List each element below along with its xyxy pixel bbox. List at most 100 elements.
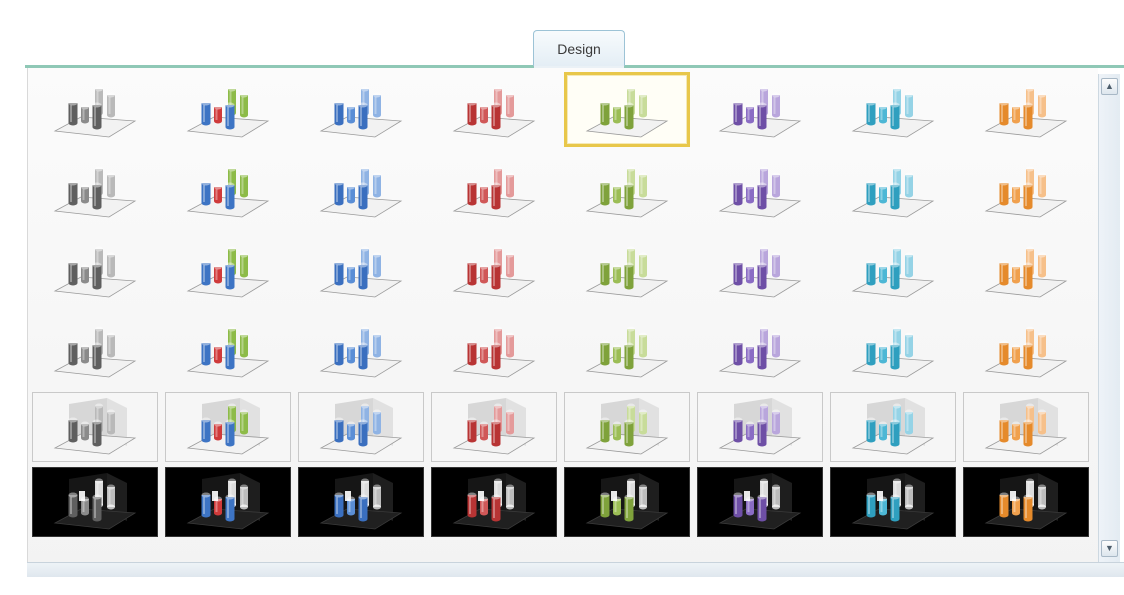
chart-style-26[interactable] xyxy=(165,312,291,387)
chart-style-18[interactable] xyxy=(165,232,291,307)
chart-style-thumbnail-icon xyxy=(585,473,669,530)
chart-style-22[interactable] xyxy=(697,232,823,307)
chart-style-gallery xyxy=(27,68,1098,571)
chart-style-thumbnail-icon xyxy=(984,166,1068,217)
chart-style-thumbnail-icon xyxy=(319,398,403,455)
chart-style-9[interactable] xyxy=(32,152,158,227)
chart-style-46[interactable] xyxy=(697,467,823,537)
tab-design[interactable]: Design xyxy=(533,30,625,66)
chart-style-thumbnail-icon xyxy=(319,166,403,217)
arrow-up-icon[interactable]: ▲ xyxy=(1101,78,1118,95)
chart-style-thumbnail-icon xyxy=(319,246,403,297)
chart-style-37[interactable] xyxy=(564,392,690,462)
chart-style-thumbnail-icon xyxy=(984,86,1068,137)
chart-style-45[interactable] xyxy=(564,467,690,537)
chart-style-12[interactable] xyxy=(431,152,557,227)
chart-style-41[interactable] xyxy=(32,467,158,537)
chart-style-28[interactable] xyxy=(431,312,557,387)
chart-style-19[interactable] xyxy=(298,232,424,307)
chart-style-thumbnail-icon xyxy=(718,473,802,530)
chart-style-10[interactable] xyxy=(165,152,291,227)
chart-style-43[interactable] xyxy=(298,467,424,537)
chart-style-3[interactable] xyxy=(298,72,424,147)
chart-style-thumbnail-icon xyxy=(452,86,536,137)
chart-style-31[interactable] xyxy=(830,312,956,387)
arrow-down-icon[interactable]: ▼ xyxy=(1101,540,1118,557)
chart-style-24[interactable] xyxy=(963,232,1089,307)
chart-style-17[interactable] xyxy=(32,232,158,307)
tab-design-label: Design xyxy=(557,40,601,57)
chart-style-thumbnail-icon xyxy=(186,166,270,217)
chart-style-thumbnail-icon xyxy=(718,398,802,455)
chart-style-thumbnail-icon xyxy=(452,398,536,455)
chart-style-32[interactable] xyxy=(963,312,1089,387)
chart-style-8[interactable] xyxy=(963,72,1089,147)
chart-style-thumbnail-icon xyxy=(452,166,536,217)
chart-style-thumbnail-icon xyxy=(718,86,802,137)
chart-style-thumbnail-icon xyxy=(585,166,669,217)
chart-style-thumbnail-icon xyxy=(851,473,935,530)
chart-style-35[interactable] xyxy=(298,392,424,462)
chart-style-thumbnail-icon xyxy=(53,398,137,455)
chart-style-thumbnail-icon xyxy=(186,473,270,530)
chart-style-11[interactable] xyxy=(298,152,424,227)
chart-style-thumbnail-icon xyxy=(718,326,802,377)
chart-style-23[interactable] xyxy=(830,232,956,307)
chart-style-15[interactable] xyxy=(830,152,956,227)
chart-style-thumbnail-icon xyxy=(585,86,669,137)
chart-style-thumbnail-icon xyxy=(851,86,935,137)
chart-style-thumbnail-icon xyxy=(718,246,802,297)
chart-style-13[interactable] xyxy=(564,152,690,227)
chart-style-thumbnail-icon xyxy=(186,86,270,137)
chart-style-thumbnail-icon xyxy=(53,326,137,377)
chart-style-thumbnail-icon xyxy=(851,166,935,217)
chart-style-thumbnail-icon xyxy=(984,398,1068,455)
chart-style-44[interactable] xyxy=(431,467,557,537)
chart-style-40[interactable] xyxy=(963,392,1089,462)
gallery-bottom-strip xyxy=(27,562,1124,577)
chart-style-39[interactable] xyxy=(830,392,956,462)
chart-style-16[interactable] xyxy=(963,152,1089,227)
chart-style-thumbnail-icon xyxy=(186,398,270,455)
chart-style-4[interactable] xyxy=(431,72,557,147)
chart-style-34[interactable] xyxy=(165,392,291,462)
chart-style-38[interactable] xyxy=(697,392,823,462)
chart-style-7[interactable] xyxy=(830,72,956,147)
chart-style-20[interactable] xyxy=(431,232,557,307)
gallery-scrollbar[interactable]: ▲ ▼ xyxy=(1098,74,1120,562)
chart-style-thumbnail-icon xyxy=(452,246,536,297)
chart-style-thumbnail-icon xyxy=(851,246,935,297)
chart-style-2[interactable] xyxy=(165,72,291,147)
chart-style-25[interactable] xyxy=(32,312,158,387)
chart-style-thumbnail-icon xyxy=(319,326,403,377)
chart-style-thumbnail-icon xyxy=(452,473,536,530)
chart-style-5[interactable] xyxy=(564,72,690,147)
chart-style-thumbnail-icon xyxy=(984,326,1068,377)
chart-style-30[interactable] xyxy=(697,312,823,387)
chart-style-47[interactable] xyxy=(830,467,956,537)
chart-style-thumbnail-icon xyxy=(53,166,137,217)
chart-style-48[interactable] xyxy=(963,467,1089,537)
chart-style-36[interactable] xyxy=(431,392,557,462)
chart-style-thumbnail-icon xyxy=(186,326,270,377)
chart-style-thumbnail-icon xyxy=(319,86,403,137)
chart-style-6[interactable] xyxy=(697,72,823,147)
chart-style-1[interactable] xyxy=(32,72,158,147)
chart-style-thumbnail-icon xyxy=(53,246,137,297)
chart-style-thumbnail-icon xyxy=(984,473,1068,530)
chart-style-thumbnail-icon xyxy=(851,398,935,455)
chart-style-42[interactable] xyxy=(165,467,291,537)
chart-style-thumbnail-icon xyxy=(851,326,935,377)
chart-style-thumbnail-icon xyxy=(984,246,1068,297)
chart-style-thumbnail-icon xyxy=(718,166,802,217)
chart-style-thumbnail-icon xyxy=(319,473,403,530)
chart-style-14[interactable] xyxy=(697,152,823,227)
chart-style-21[interactable] xyxy=(564,232,690,307)
chart-style-33[interactable] xyxy=(32,392,158,462)
chart-style-thumbnail-icon xyxy=(452,326,536,377)
chart-style-27[interactable] xyxy=(298,312,424,387)
chart-style-29[interactable] xyxy=(564,312,690,387)
chart-style-thumbnail-icon xyxy=(53,86,137,137)
chart-style-thumbnail-icon xyxy=(53,473,137,530)
chart-style-thumbnail-icon xyxy=(585,246,669,297)
